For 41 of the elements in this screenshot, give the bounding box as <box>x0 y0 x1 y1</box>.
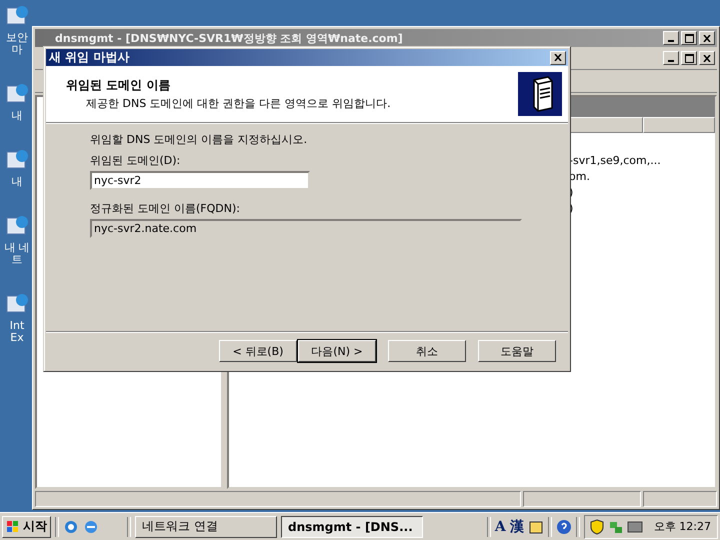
maximize-button[interactable] <box>681 31 697 45</box>
ime-indicator[interactable]: A <box>494 518 506 534</box>
close-icon <box>554 54 562 61</box>
minimize-button[interactable] <box>663 51 679 65</box>
wizard-button[interactable]: < 뒤로(B) <box>219 340 297 362</box>
icon-label: 내 <box>12 110 22 122</box>
list-text: -svr1,se9,com,... <box>569 153 662 169</box>
close-button[interactable] <box>550 50 566 64</box>
close-icon <box>703 34 711 42</box>
restore-button[interactable] <box>681 51 697 65</box>
close-button[interactable] <box>699 51 715 65</box>
dialog-title: 새 위임 마법사 <box>49 49 130 66</box>
column-header[interactable] <box>643 117 715 133</box>
icon-label: 내 네 트 <box>4 242 30 266</box>
instruction-text: 위임할 DNS 도메인의 이름을 지정하십시오. <box>90 133 308 147</box>
field-label: 정규화된 도메인 이름(FQDN): <box>90 202 240 216</box>
start-button[interactable]: 시작 <box>2 516 51 538</box>
minimize-button[interactable] <box>663 31 679 45</box>
ime-indicator[interactable]: 漢 <box>510 518 524 536</box>
ime-pad-icon[interactable] <box>528 518 544 534</box>
icon-label: 내 <box>12 176 22 188</box>
windows-logo-icon <box>6 520 20 534</box>
wizard-button[interactable]: 취소 <box>388 340 466 362</box>
close-button[interactable] <box>699 31 715 45</box>
icon-label: Int Ex <box>10 320 24 344</box>
wizard-button[interactable]: 다음(N) > <box>298 340 376 362</box>
server-icon <box>518 72 562 116</box>
wizard-button[interactable]: 도움말 <box>478 340 556 362</box>
domain-input-field[interactable]: nyc-svr2 <box>90 171 310 190</box>
taskbar-button[interactable]: 네트워크 연결 <box>135 516 277 538</box>
help-icon[interactable] <box>556 518 572 534</box>
icon-label: 보안 마 <box>6 32 28 56</box>
wizard-subheading: 제공한 DNS 도메인에 대한 권한을 다른 영역으로 위임합니다. <box>85 96 392 111</box>
clock[interactable]: 오후 12:27 <box>654 519 711 534</box>
shield-icon[interactable] <box>588 518 605 534</box>
window-title: dnsmgmt - [DNS₩NYC-SVR1₩정방향 조회 영역₩nate.com] <box>55 30 404 46</box>
close-icon <box>703 54 711 62</box>
fqdn-field[interactable]: nyc-svr2.nate.com <box>90 219 522 238</box>
taskbar-button[interactable]: dnsmgmt - [DNS... <box>281 516 423 538</box>
field-label: 위임된 도메인(D): <box>90 154 180 168</box>
wizard-heading: 위임된 도메인 이름 <box>66 77 172 94</box>
